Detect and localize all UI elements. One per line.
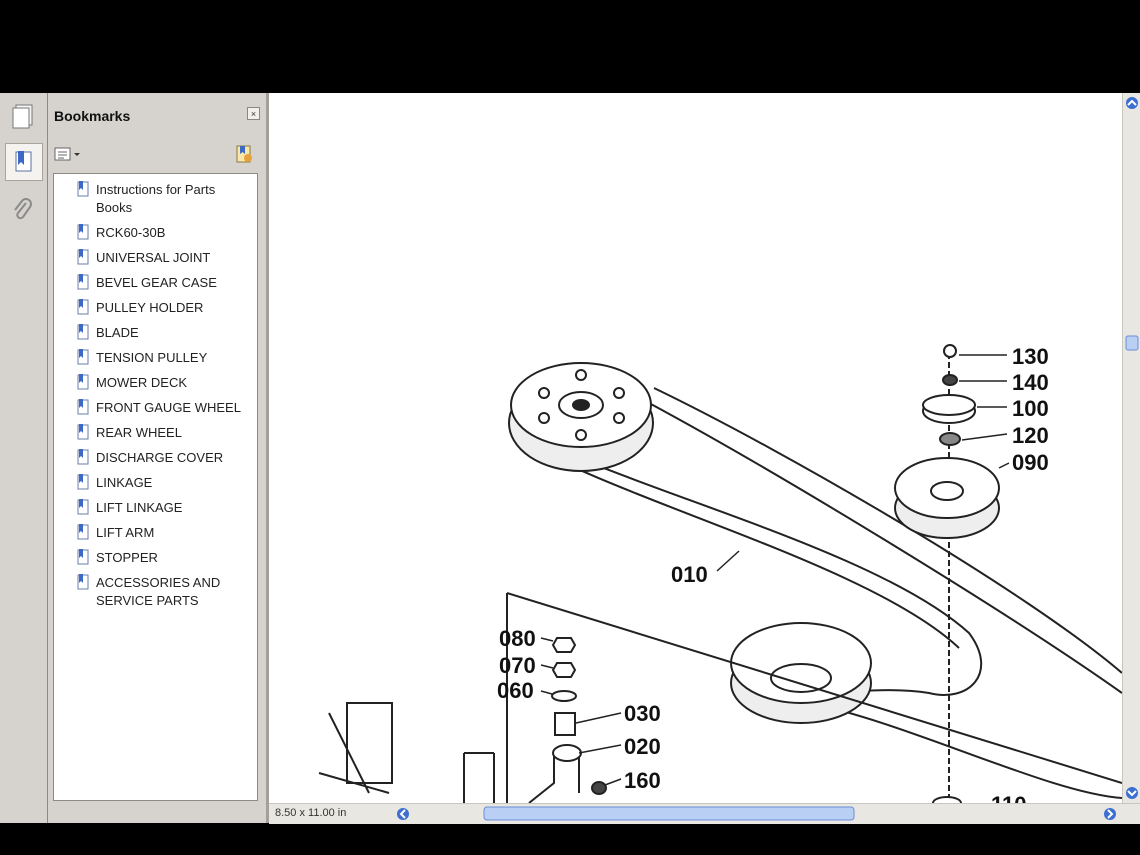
bookmark-icon — [77, 399, 89, 415]
callout-100: 100 — [1012, 396, 1049, 421]
bookmark-label: UNIVERSAL JOINT — [96, 250, 211, 265]
bookmark-icon — [77, 499, 89, 515]
callout-020: 020 — [624, 734, 661, 759]
bookmark-item[interactable]: MOWER DECK — [54, 371, 257, 396]
bookmark-label: LIFT ARM — [96, 525, 155, 540]
lower-pulley — [730, 622, 872, 724]
bookmark-icon — [77, 181, 89, 197]
bookmark-item[interactable]: LIFT LINKAGE — [54, 496, 257, 521]
callout-010: 010 — [671, 562, 708, 587]
bookmark-list: Instructions for Parts Books RCK60-30B UNI… — [53, 173, 258, 801]
bookmark-icon — [77, 449, 89, 465]
pdf-viewer-window: Bookmarks × Instructions for Parts Books… — [0, 93, 1140, 824]
bookmark-item[interactable]: FRONT GAUGE WHEEL — [54, 396, 257, 421]
bookmark-label: LIFT LINKAGE — [96, 500, 183, 515]
horizontal-scrollbar[interactable]: 8.50 x 11.00 in — [269, 803, 1140, 824]
bookmark-item[interactable]: TENSION PULLEY — [54, 346, 257, 371]
main-pulley — [508, 362, 654, 472]
bookmark-item[interactable]: Instructions for Parts Books — [54, 178, 257, 221]
navigation-rail — [0, 93, 48, 823]
bookmark-item[interactable]: STOPPER — [54, 546, 257, 571]
bookmark-icon — [77, 324, 89, 340]
bookmark-label: RCK60-30B — [96, 225, 166, 240]
pages-icon[interactable] — [5, 99, 41, 135]
bookmark-icon — [77, 549, 89, 565]
attachments-icon[interactable] — [5, 193, 41, 229]
callout-030: 030 — [624, 701, 661, 726]
callout-160: 160 — [624, 768, 661, 793]
bookmark-item[interactable]: UNIVERSAL JOINT — [54, 246, 257, 271]
bookmark-item[interactable]: LIFT ARM — [54, 521, 257, 546]
close-panel-button[interactable]: × — [247, 107, 260, 120]
horizontal-scrollbar-graphic — [397, 806, 1116, 821]
bookmark-label: BLADE — [96, 325, 139, 340]
bookmark-icon — [77, 249, 89, 265]
hardware-stack — [318, 592, 1122, 803]
bookmark-item[interactable]: LINKAGE — [54, 471, 257, 496]
bookmark-label: REAR WHEEL — [96, 425, 182, 440]
bookmark-label: BEVEL GEAR CASE — [96, 275, 217, 290]
bookmarks-icon[interactable] — [5, 143, 43, 181]
bookmarks-panel: Bookmarks × Instructions for Parts Books… — [48, 93, 269, 823]
bookmark-item[interactable]: ACCESSORIES AND SERVICE PARTS — [54, 571, 257, 614]
bookmark-label: ACCESSORIES AND SERVICE PARTS — [96, 575, 221, 608]
bookmark-icon — [77, 349, 89, 365]
options-menu-button[interactable] — [54, 144, 82, 164]
bookmark-label: TENSION PULLEY — [96, 350, 208, 365]
callout-090: 090 — [1012, 450, 1049, 475]
bookmark-item[interactable]: REAR WHEEL — [54, 421, 257, 446]
bookmark-label: MOWER DECK — [96, 375, 187, 390]
callout-110: 110 — [991, 792, 1027, 803]
callout-140: 140 — [1012, 370, 1049, 395]
vertical-scrollbar-graphic — [1125, 97, 1139, 799]
bookmark-item[interactable]: BEVEL GEAR CASE — [54, 271, 257, 296]
bookmark-item[interactable]: BLADE — [54, 321, 257, 346]
bookmark-label: FRONT GAUGE WHEEL — [96, 400, 241, 415]
bookmark-label: LINKAGE — [96, 475, 153, 490]
bookmark-icon — [77, 274, 89, 290]
bookmark-item[interactable]: PULLEY HOLDER — [54, 296, 257, 321]
new-bookmark-button[interactable] — [234, 144, 254, 169]
bookmark-item[interactable]: RCK60-30B — [54, 221, 257, 246]
callout-080: 080 — [499, 626, 536, 651]
bookmark-label: PULLEY HOLDER — [96, 300, 204, 315]
bookmark-icon — [77, 524, 89, 540]
parts-diagram: 130 140 100 120 090 010 080 070 060 030 … — [318, 344, 1122, 803]
bookmark-icon — [77, 574, 89, 590]
bookmarks-toolbar — [48, 139, 266, 169]
bookmark-icon — [77, 299, 89, 315]
callout-070: 070 — [499, 653, 536, 678]
panel-title: Bookmarks — [54, 108, 131, 124]
bookmark-label: STOPPER — [96, 550, 158, 565]
callout-120: 120 — [1012, 423, 1049, 448]
bookmark-label: Instructions for Parts Books — [96, 182, 216, 215]
vertical-scrollbar[interactable] — [1122, 93, 1140, 803]
callout-130: 130 — [1012, 344, 1049, 369]
bookmark-item[interactable]: DISCHARGE COVER — [54, 446, 257, 471]
callout-060: 060 — [497, 678, 534, 703]
document-page[interactable]: 130 140 100 120 090 010 080 070 060 030 … — [269, 93, 1122, 803]
bookmark-icon — [77, 474, 89, 490]
bookmark-icon — [77, 224, 89, 240]
bookmark-icon — [77, 374, 89, 390]
options-icon — [54, 147, 80, 161]
bookmark-icon — [77, 424, 89, 440]
bookmark-label: DISCHARGE COVER — [96, 450, 224, 465]
new-bookmark-icon — [236, 145, 252, 163]
